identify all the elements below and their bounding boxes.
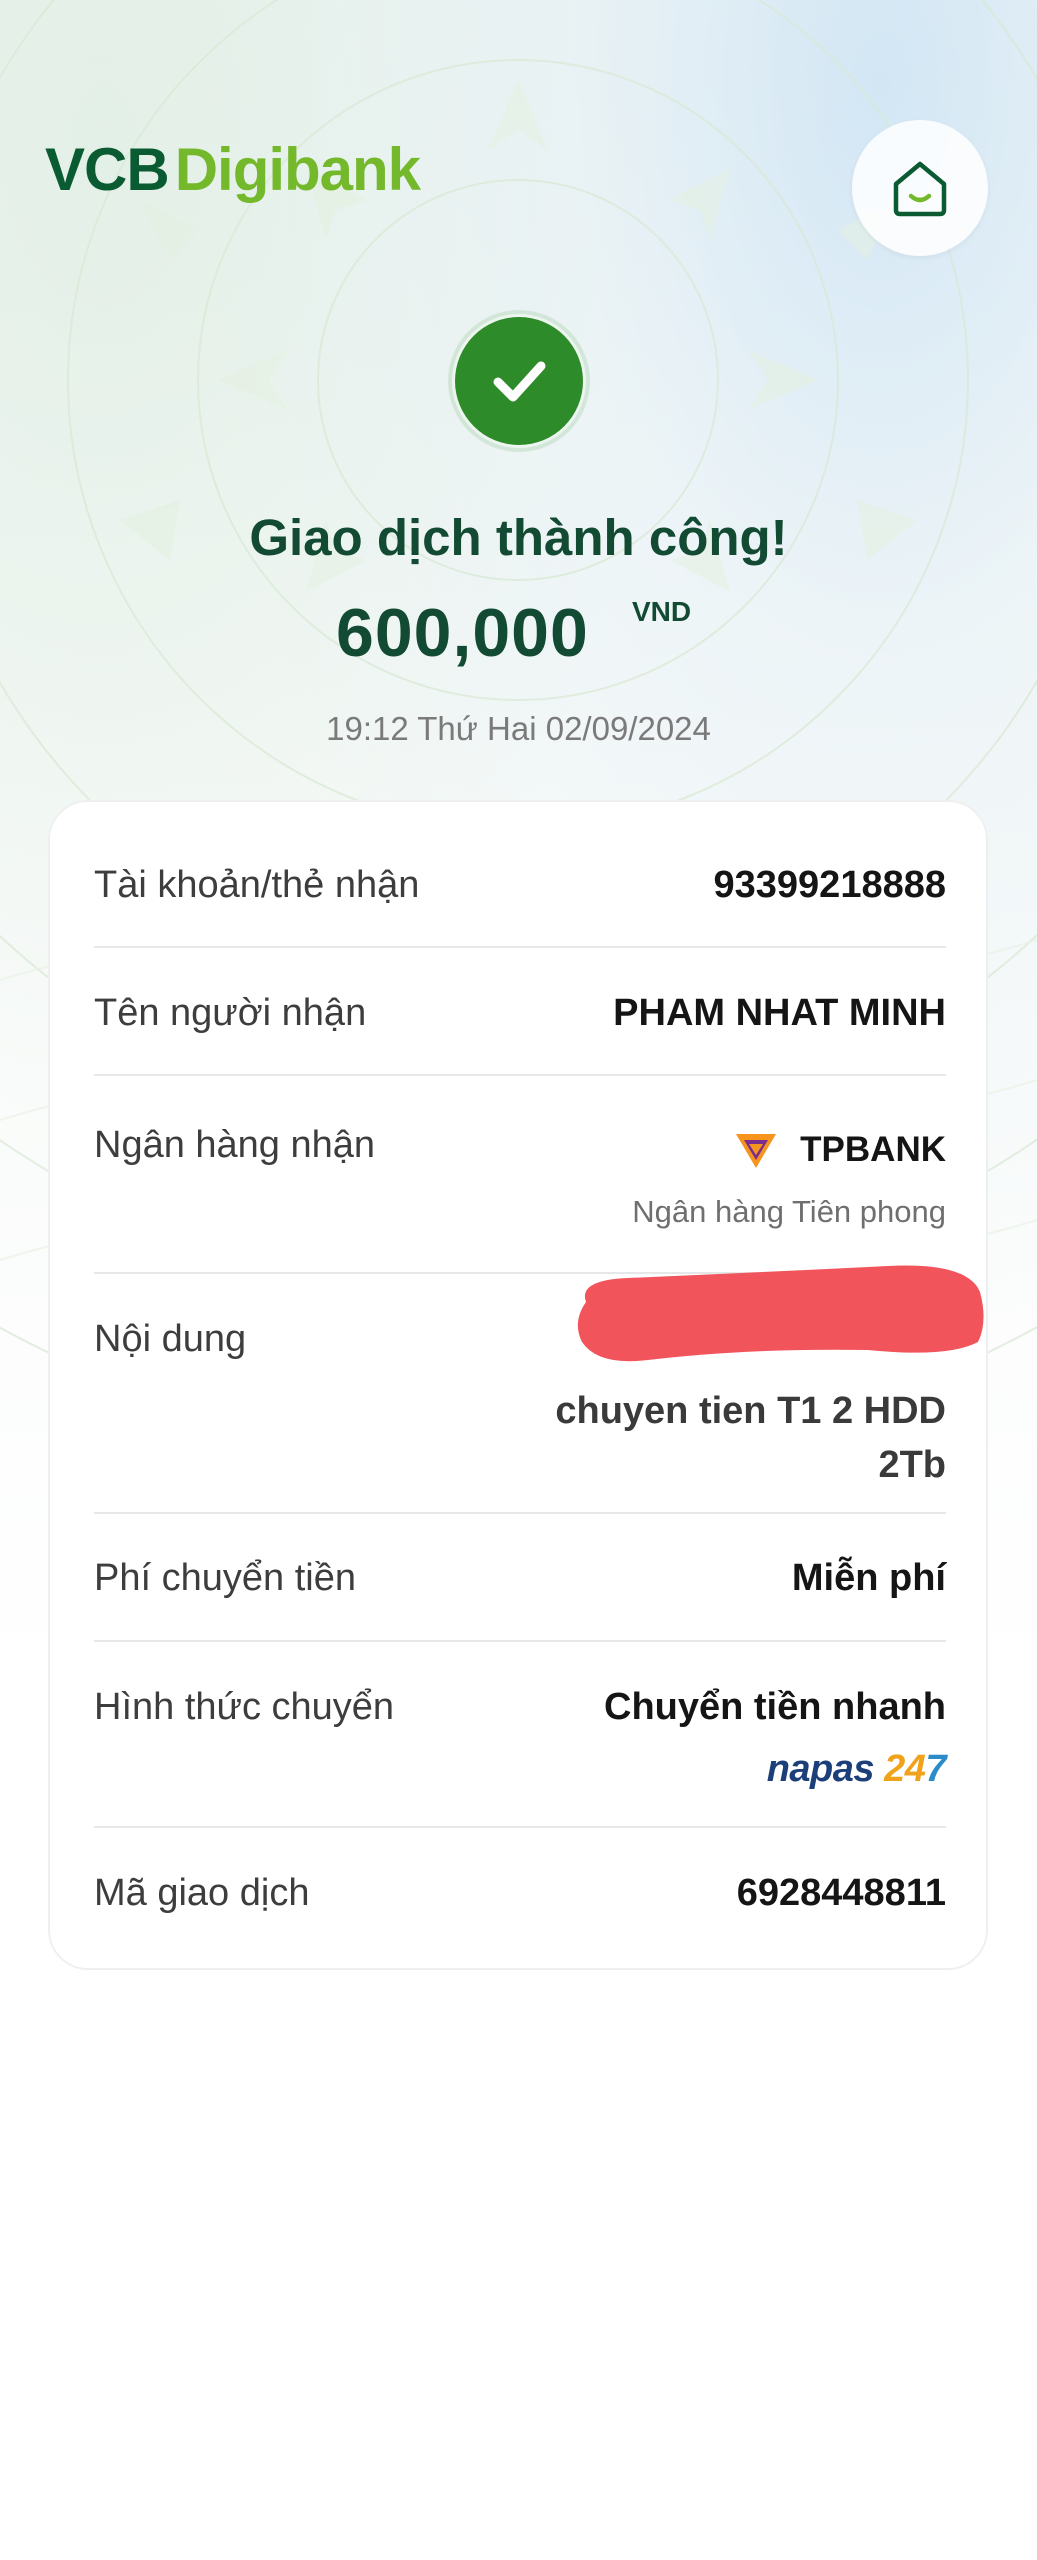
transaction-id-label: Mã giao dịch [94, 1872, 310, 1914]
detail-row-method: Hình thức chuyển Chuyển tiền nhanh napas… [94, 1686, 946, 1806]
content-label: Nội dung [94, 1318, 247, 1360]
recipient-label: Tên người nhận [94, 992, 367, 1034]
vcb-digibank-logo: VCB Digibank [45, 140, 421, 200]
redaction-mark [577, 1265, 984, 1362]
bank-full-name: Ngân hàng Tiên phong [632, 1194, 946, 1229]
detail-row-bank: Ngân hàng nhận TPBANK Ngân hàng Tiên pho… [94, 1124, 946, 1244]
detail-row-recipient: Tên người nhận PHAM NHAT MINH [94, 992, 946, 1042]
divider [94, 1826, 946, 1828]
bank-label: Ngân hàng nhận [94, 1124, 376, 1166]
transaction-id-value: 6928448811 [736, 1872, 946, 1914]
detail-row-fee: Phí chuyển tiền Miễn phí [94, 1557, 946, 1607]
logo-vcb-text: VCB [45, 136, 170, 203]
checkmark-icon [493, 361, 546, 402]
transaction-amount: 600,000 [336, 595, 589, 671]
divider [94, 1074, 946, 1076]
detail-row-transaction-id: Mã giao dịch 6928448811 [94, 1872, 946, 1922]
napas247-logo: napas 247 [766, 1748, 947, 1791]
success-badge [448, 310, 590, 452]
fee-value: Miễn phí [791, 1557, 946, 1599]
content-value: chuyen tien T1 2 HDD 2Tb [555, 1390, 946, 1486]
home-button[interactable] [852, 120, 988, 256]
home-icon [893, 161, 947, 217]
currency-label: VND [632, 596, 692, 627]
tpbank-logo-icon [736, 1134, 776, 1168]
transaction-receipt-screen: VCB Digibank Giao dịch thành công! 600,00… [0, 0, 1037, 2560]
recipient-value: PHAM NHAT MINH [613, 992, 946, 1034]
fee-label: Phí chuyển tiền [94, 1557, 356, 1599]
success-circle [455, 317, 583, 445]
account-label: Tài khoản/thẻ nhận [94, 864, 420, 906]
bank-name: TPBANK [800, 1130, 946, 1169]
logo-digibank-text: Digibank [174, 136, 421, 203]
detail-row-account: Tài khoản/thẻ nhận 93399218888 [94, 864, 946, 914]
account-value: 93399218888 [713, 864, 946, 906]
napas-logo-24: 24 [884, 1748, 926, 1790]
divider [94, 1640, 946, 1642]
napas-logo-text: napas [766, 1748, 885, 1790]
divider [94, 946, 946, 948]
transaction-datetime: 19:12 Thứ Hai 02/09/2024 [326, 710, 711, 747]
transaction-status-title: Giao dịch thành công! [249, 509, 788, 566]
method-value: Chuyển tiền nhanh [604, 1686, 946, 1728]
divider [94, 1512, 946, 1514]
transaction-details-card: Tài khoản/thẻ nhận 93399218888 Tên người… [48, 800, 988, 1970]
napas-logo-7: 7 [925, 1748, 946, 1790]
method-label: Hình thức chuyển [94, 1686, 395, 1728]
